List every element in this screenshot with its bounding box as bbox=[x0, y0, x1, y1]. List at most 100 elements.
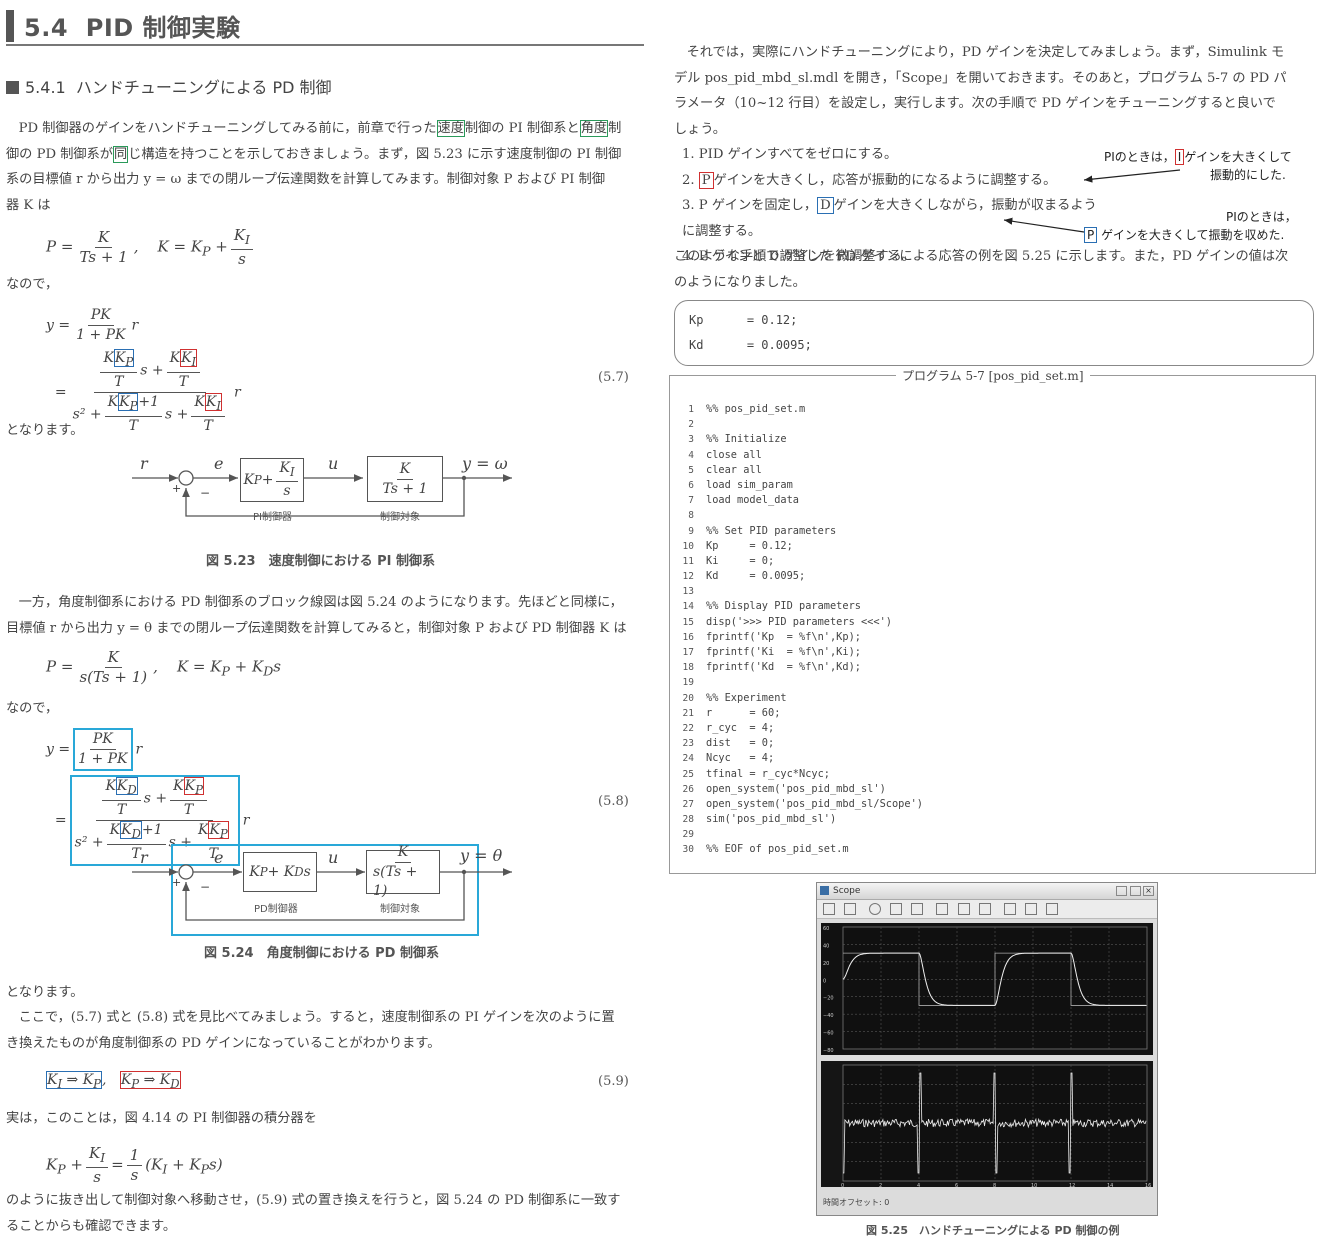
code-line: 28 sim('pos_pid_mbd_sl') bbox=[670, 812, 923, 827]
highlight-speed: 速度 bbox=[436, 120, 465, 137]
line-number: 29 bbox=[682, 829, 694, 841]
y-tick-label: −20 bbox=[823, 996, 834, 1002]
code-line: 8 bbox=[670, 508, 923, 523]
line-number: 27 bbox=[682, 798, 694, 810]
autoscale-icon[interactable] bbox=[936, 903, 949, 915]
section-number: 5.4 bbox=[24, 14, 69, 42]
code-line: 22 r_cyc = 4; bbox=[670, 721, 923, 736]
restore-axes-icon[interactable] bbox=[978, 903, 991, 915]
paragraph-2: 一方，角度制御系における PD 制御系のブロック線図は図 5.24 のようになり… bbox=[6, 595, 627, 636]
print-icon[interactable] bbox=[823, 903, 835, 915]
signal-r-2: r bbox=[140, 848, 148, 867]
figure-caption-5-24: 図 5.24 角度制御における PD 制御系 bbox=[204, 946, 439, 961]
x-tick-label: 4 bbox=[917, 1183, 920, 1187]
floating-scope-icon[interactable] bbox=[1003, 903, 1016, 915]
x-tick-label: 8 bbox=[993, 1183, 996, 1187]
annotation-arrows bbox=[1003, 169, 1181, 233]
equation-5-7: y = PK 1 + PK r = KKP Ts + KKI T s² + KKP+1 Ts +… bbox=[46, 307, 241, 434]
line-number: 21 bbox=[682, 707, 694, 719]
sum-minus-2: − bbox=[200, 880, 211, 894]
figure-caption-5-23: 図 5.23 速度制御における PI 制御系 bbox=[206, 554, 436, 569]
right-paragraph-2: このような手順で調整した PD ゲインによる応答の例を図 5.25 に示します。… bbox=[674, 249, 1289, 290]
figure-caption-5-25: 図 5.25 ハンドチューニングによる PD 制御の例 bbox=[866, 1224, 1120, 1237]
code-text: Ncyc = 4; bbox=[706, 752, 775, 765]
scope-toolbar bbox=[817, 900, 1157, 919]
signal-r: r bbox=[140, 454, 148, 473]
x-tick-label: 0 bbox=[841, 1183, 844, 1187]
signal-u-2: u bbox=[328, 848, 339, 867]
code-text: close all bbox=[706, 448, 762, 461]
pi-controller-block: K P + KI s bbox=[240, 458, 304, 502]
line-number: 12 bbox=[682, 571, 694, 583]
code-line: 20 %% Experiment bbox=[670, 691, 923, 706]
section-heading: PID 制御実験 bbox=[85, 14, 241, 42]
lock-icon[interactable] bbox=[1024, 903, 1037, 915]
text-tonarimasu-1: となります。 bbox=[6, 423, 84, 438]
zoom-y-icon[interactable] bbox=[911, 903, 924, 915]
equation-5-9: KI ⇒ KP, KP ⇒ KD bbox=[46, 1071, 181, 1091]
code-text: tfinal = r_cyc*Ncyc; bbox=[706, 767, 830, 780]
code-line: 4 close all bbox=[670, 448, 923, 463]
line-number: 13 bbox=[682, 586, 694, 598]
line-number: 5 bbox=[688, 464, 694, 476]
scope-plot-position: 60 40 20 0 −20 −40 −60 −80 bbox=[821, 923, 1153, 1055]
code-text: load model_data bbox=[706, 494, 799, 507]
subsection-square-icon bbox=[6, 81, 19, 94]
code-text: r_cyc = 4; bbox=[706, 721, 775, 734]
line-number: 2 bbox=[688, 419, 694, 431]
code-line: 15 disp('>>> PID parameters <<<') bbox=[670, 615, 923, 630]
intro-paragraph: PD 制御器のゲインをハンドチューニングしてみる前に，前章で行った速度制御の P… bbox=[6, 120, 622, 213]
close-icon[interactable]: × bbox=[1143, 886, 1154, 896]
y-tick-label: 40 bbox=[823, 943, 829, 949]
annotation-note-2-line1: PIのときは， bbox=[1226, 210, 1297, 224]
signal-y-2: y = θ bbox=[460, 846, 503, 865]
code-line: 14 %% Display PID parameters bbox=[670, 599, 923, 614]
highlight-angle: 角度 bbox=[579, 120, 609, 137]
code-line: 1 %% pos_pid_set.m bbox=[670, 402, 923, 417]
code-text: load sim_param bbox=[706, 478, 793, 491]
line-number: 23 bbox=[682, 738, 694, 750]
code-text: Kp = 0.12; bbox=[706, 539, 793, 552]
line-number: 24 bbox=[682, 753, 694, 765]
highlight-same: 同 bbox=[112, 145, 129, 163]
signal-y: y = ω bbox=[462, 454, 508, 473]
minimize-icon[interactable] bbox=[1116, 886, 1127, 896]
subsection-title: 5.4.1 ハンドチューニングによる PD 制御 bbox=[6, 74, 332, 98]
zoom-x-icon[interactable] bbox=[890, 903, 903, 915]
line-number: 7 bbox=[688, 495, 694, 507]
line-number: 20 bbox=[682, 692, 694, 704]
program-listing: プログラム 5-7 [pos_pid_set.m] 1 %% pos_pid_se… bbox=[669, 367, 1316, 874]
code-line: 17 fprintf('Ki = %f\n',Ki); bbox=[670, 645, 923, 660]
scope-plot-input: 0 2 4 6 8 10 12 14 16 bbox=[821, 1061, 1153, 1187]
code-text: Kd = 0.0095; bbox=[706, 570, 806, 583]
save-axes-icon[interactable] bbox=[957, 903, 970, 915]
code-line: 11 Ki = 0; bbox=[670, 554, 923, 569]
code-line: 13 bbox=[670, 584, 923, 599]
code-line: 9 %% Set PID parameters bbox=[670, 524, 923, 539]
plant-block-2: Ks(Ts + 1) bbox=[366, 844, 440, 899]
line-number: 22 bbox=[682, 722, 694, 734]
zoom-icon[interactable] bbox=[869, 903, 882, 915]
code-text: r = 60; bbox=[706, 706, 781, 719]
code-line: 25 tfinal = r_cyc*Ncyc; bbox=[670, 767, 923, 782]
x-tick-label: 10 bbox=[1031, 1183, 1037, 1187]
code-line: 10 Kp = 0.12; bbox=[670, 539, 923, 554]
pd-controller-block: KP + KDs bbox=[243, 852, 317, 892]
params-icon[interactable] bbox=[844, 903, 857, 915]
code-text: Ki = 0; bbox=[706, 554, 775, 567]
code-text: clear all bbox=[706, 463, 762, 476]
scope-app-icon bbox=[820, 886, 829, 895]
plant-label-2: 制御対象 bbox=[380, 904, 420, 915]
pd-controller-label: PD制御器 bbox=[254, 904, 298, 915]
code-line: 6 load sim_param bbox=[670, 478, 923, 493]
x-tick-label: 14 bbox=[1107, 1183, 1113, 1187]
line-number: 15 bbox=[682, 616, 694, 628]
maximize-icon[interactable] bbox=[1130, 886, 1141, 896]
code-line: 21 r = 60; bbox=[670, 706, 923, 721]
x-tick-label: 2 bbox=[879, 1183, 882, 1187]
code-text: %% Display PID parameters bbox=[706, 600, 861, 613]
code-line: 16 fprintf('Kp = %f\n',Kp); bbox=[670, 630, 923, 645]
signal-select-icon[interactable] bbox=[1045, 903, 1058, 915]
code-text: open_system('pos_pid_mbd_sl') bbox=[706, 782, 886, 795]
scope-title: Scope bbox=[833, 886, 861, 896]
